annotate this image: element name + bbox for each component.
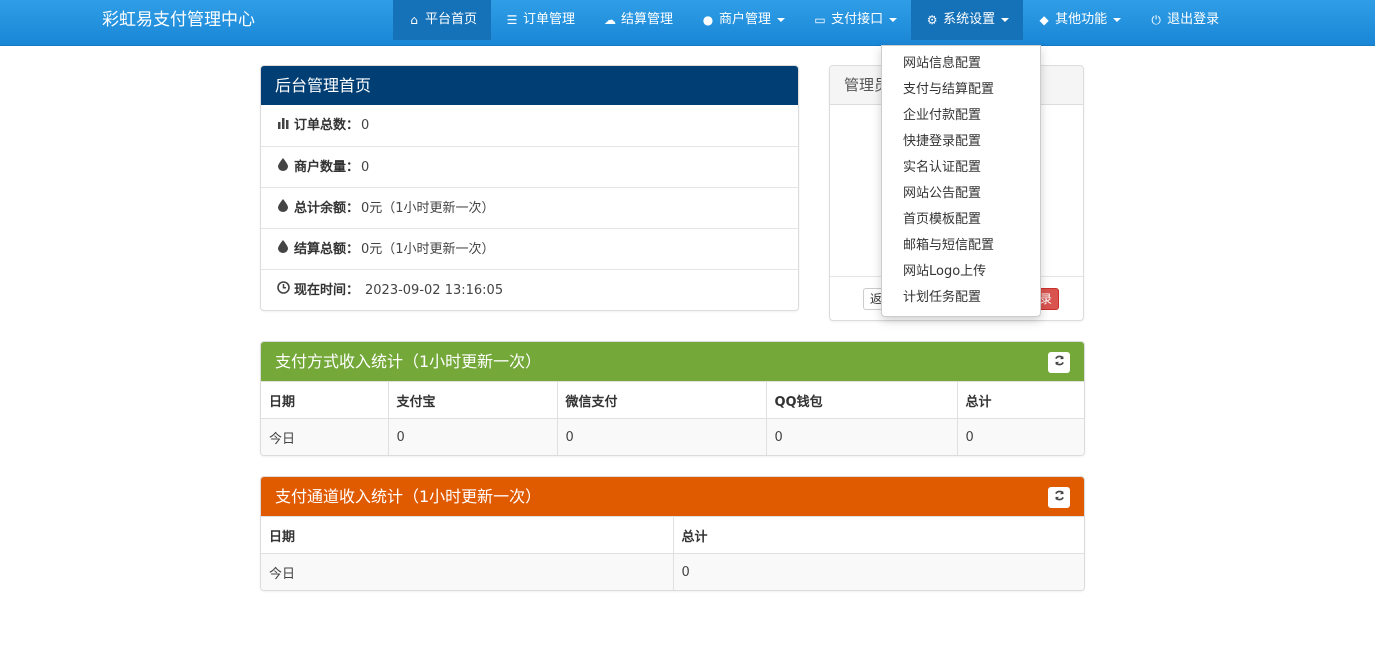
nav-logout[interactable]: ⏻ 退出登录 [1135, 0, 1233, 40]
nav-settlement-label: 结算管理 [621, 12, 674, 27]
tint-icon [276, 229, 290, 270]
col-qq-wallet: QQ钱包 [766, 381, 958, 419]
order-count-value: 0 [361, 118, 370, 133]
tint-icon [276, 188, 290, 229]
caret-down-icon [1113, 18, 1122, 22]
col-alipay: 支付宝 [388, 381, 558, 419]
nav-merchants-label: 商户管理 [719, 12, 772, 27]
pay-method-stats-panel: 支付方式收入统计（1小时更新一次） 日期 支付宝 微信支付 QQ钱包 总计 今日… [260, 341, 1085, 456]
list-item: 结算总额： 0元（1小时更新一次） [261, 228, 798, 269]
pay-method-table: 日期 支付宝 微信支付 QQ钱包 总计 今日 0 0 0 0 [261, 381, 1084, 455]
table-cell: 今日 [261, 418, 389, 455]
table-cell: 0 [766, 418, 958, 455]
nav-merchants[interactable]: ● 商户管理 [687, 0, 799, 40]
nav-home-label: 平台首页 [425, 12, 478, 27]
caret-down-icon [777, 18, 786, 22]
admin-home-panel: 后台管理首页 订单总数： 0 商户数量： 0 总计余额： 0元（1小时更新一次） [260, 65, 799, 311]
pay-method-stats-title: 支付方式收入统计（1小时更新一次） [261, 342, 1084, 381]
list-icon: ☰ [506, 13, 518, 27]
table-cell: 0 [388, 418, 558, 455]
current-time-label: 现在时间： [294, 282, 360, 298]
list-item: 订单总数： 0 [261, 105, 798, 146]
menu-item-logo-upload[interactable]: 网站Logo上传 [882, 259, 1040, 285]
nav-other[interactable]: ◆ 其他功能 [1023, 0, 1135, 40]
admin-home-title: 后台管理首页 [261, 66, 798, 105]
nav-orders-label: 订单管理 [523, 12, 576, 27]
credit-card-icon: ▭ [814, 13, 826, 27]
table-row: 今日 0 0 0 0 [261, 418, 1084, 455]
col-date: 日期 [261, 381, 389, 419]
nav-orders[interactable]: ☰ 订单管理 [491, 0, 589, 40]
nav-settlement[interactable]: ☁ 结算管理 [589, 0, 687, 40]
menu-item-homepage-template[interactable]: 首页模板配置 [882, 207, 1040, 233]
channel-stats-panel: 支付通道收入统计（1小时更新一次） 日期 总计 今日 0 [260, 476, 1085, 591]
home-icon: ⌂ [410, 13, 418, 27]
refresh-icon [1054, 355, 1065, 369]
nav-payment-api-label: 支付接口 [831, 12, 884, 27]
menu-item-payment-settlement[interactable]: 支付与结算配置 [882, 77, 1040, 103]
clock-icon [276, 270, 290, 311]
cube-icon: ◆ [1039, 13, 1049, 27]
caret-down-icon [1001, 18, 1010, 22]
menu-item-cron-tasks[interactable]: 计划任务配置 [882, 285, 1040, 311]
col-date: 日期 [261, 516, 674, 554]
col-total: 总计 [957, 381, 1084, 419]
nav-payment-api[interactable]: ▭ 支付接口 [799, 0, 911, 40]
menu-item-email-sms[interactable]: 邮箱与短信配置 [882, 233, 1040, 259]
refresh-button[interactable] [1048, 487, 1070, 508]
total-balance-label: 总计余额： [294, 200, 360, 216]
order-count-label: 订单总数： [294, 118, 360, 133]
main-nav: ⌂ 平台首页 ☰ 订单管理 ☁ 结算管理 ● 商户管理 ▭ 支付接口 ⚙ 系统设… [393, 0, 1233, 40]
table-cell: 0 [673, 553, 1084, 590]
settlement-total-label: 结算总额： [294, 241, 360, 257]
table-row: 今日 0 [261, 553, 1084, 590]
merchant-count-label: 商户数量： [294, 159, 360, 175]
table-cell: 今日 [261, 553, 674, 590]
list-item: 现在时间： 2023-09-02 13:16:05 [261, 269, 798, 310]
brand-title[interactable]: 彩虹易支付管理中心 [102, 0, 255, 40]
menu-item-real-name-auth[interactable]: 实名认证配置 [882, 155, 1040, 181]
gear-icon: ⚙ [926, 13, 938, 27]
merchant-count-value: 0 [361, 159, 370, 175]
nav-other-label: 其他功能 [1055, 12, 1108, 27]
channel-stats-title-text: 支付通道收入统计（1小时更新一次） [275, 487, 542, 506]
settlement-total-value: 0元（1小时更新一次） [361, 241, 495, 257]
list-item: 总计余额： 0元（1小时更新一次） [261, 187, 798, 228]
pay-method-stats-title-text: 支付方式收入统计（1小时更新一次） [275, 352, 542, 371]
bar-chart-icon [276, 105, 290, 146]
menu-item-quick-login[interactable]: 快捷登录配置 [882, 129, 1040, 155]
channel-table: 日期 总计 今日 0 [261, 516, 1084, 590]
refresh-icon [1054, 490, 1065, 504]
total-balance-value: 0元（1小时更新一次） [361, 200, 495, 216]
caret-down-icon [889, 18, 898, 22]
nav-logout-label: 退出登录 [1167, 12, 1220, 27]
system-settings-dropdown: 网站信息配置 支付与结算配置 企业付款配置 快捷登录配置 实名认证配置 网站公告… [881, 45, 1041, 317]
col-total: 总计 [673, 516, 1084, 554]
current-time-value: 2023-09-02 13:16:05 [365, 282, 504, 298]
power-icon: ⏻ [1151, 13, 1161, 27]
col-wechat: 微信支付 [557, 381, 767, 419]
top-navbar: 彩虹易支付管理中心 ⌂ 平台首页 ☰ 订单管理 ☁ 结算管理 ● 商户管理 ▭ … [0, 0, 1375, 46]
menu-item-site-info[interactable]: 网站信息配置 [882, 51, 1040, 77]
refresh-button[interactable] [1048, 352, 1070, 373]
table-header-row: 日期 支付宝 微信支付 QQ钱包 总计 [261, 381, 1084, 419]
nav-system-settings-label: 系统设置 [943, 12, 996, 27]
user-icon: ● [702, 13, 714, 27]
stats-list: 订单总数： 0 商户数量： 0 总计余额： 0元（1小时更新一次） 结算总额： … [261, 105, 798, 310]
tint-icon [276, 147, 290, 188]
nav-system-settings[interactable]: ⚙ 系统设置 [911, 0, 1024, 40]
table-cell: 0 [557, 418, 767, 455]
channel-stats-title: 支付通道收入统计（1小时更新一次） [261, 477, 1084, 516]
table-cell: 0 [957, 418, 1084, 455]
table-header-row: 日期 总计 [261, 516, 1084, 554]
menu-item-enterprise-payment[interactable]: 企业付款配置 [882, 103, 1040, 129]
list-item: 商户数量： 0 [261, 146, 798, 187]
menu-item-announcement[interactable]: 网站公告配置 [882, 181, 1040, 207]
cloud-icon: ☁ [604, 13, 617, 27]
nav-home[interactable]: ⌂ 平台首页 [393, 0, 492, 40]
